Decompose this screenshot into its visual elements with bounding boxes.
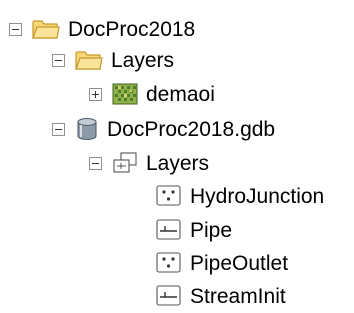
tree-node-demaoi[interactable]: demaoi (89, 77, 215, 111)
folder-open-icon (75, 49, 103, 71)
point-feature-class-icon (156, 185, 182, 207)
tree-node-root[interactable]: DocProc2018 (9, 12, 195, 46)
tree-node-feature-class[interactable]: HydroJunction (156, 179, 324, 213)
tree-node-feature-dataset[interactable]: Layers (89, 146, 209, 180)
line-feature-class-icon (156, 219, 182, 241)
expand-toggle[interactable] (89, 87, 102, 101)
collapse-toggle[interactable] (52, 122, 65, 136)
tree-node-geodatabase[interactable]: DocProc2018.gdb (52, 112, 275, 146)
feature-dataset-icon (112, 151, 138, 175)
tree-node-label: Layers (146, 151, 210, 175)
tree-node-label: Layers (111, 48, 175, 72)
tree-node-label: Pipe (190, 218, 233, 242)
tree-node-label: demaoi (146, 82, 215, 106)
collapse-toggle[interactable] (89, 156, 102, 170)
tree-node-label: PipeOutlet (190, 251, 289, 275)
line-feature-class-icon (156, 285, 182, 307)
tree-node-feature-class[interactable]: PipeOutlet (156, 246, 288, 280)
tree-node-label: StreamInit (190, 284, 286, 308)
folder-open-icon (32, 18, 60, 40)
tree-node-feature-class[interactable]: Pipe (156, 213, 232, 247)
tree-node-label: DocProc2018 (68, 17, 196, 41)
tree-node-label: HydroJunction (190, 184, 325, 208)
tree-node-layers-folder[interactable]: Layers (52, 43, 174, 77)
tree-node-label: DocProc2018.gdb (107, 117, 276, 141)
collapse-toggle[interactable] (52, 53, 65, 67)
raster-dataset-icon (112, 83, 138, 105)
geodatabase-icon (75, 117, 99, 141)
point-feature-class-icon (156, 252, 182, 274)
collapse-toggle[interactable] (9, 22, 22, 36)
